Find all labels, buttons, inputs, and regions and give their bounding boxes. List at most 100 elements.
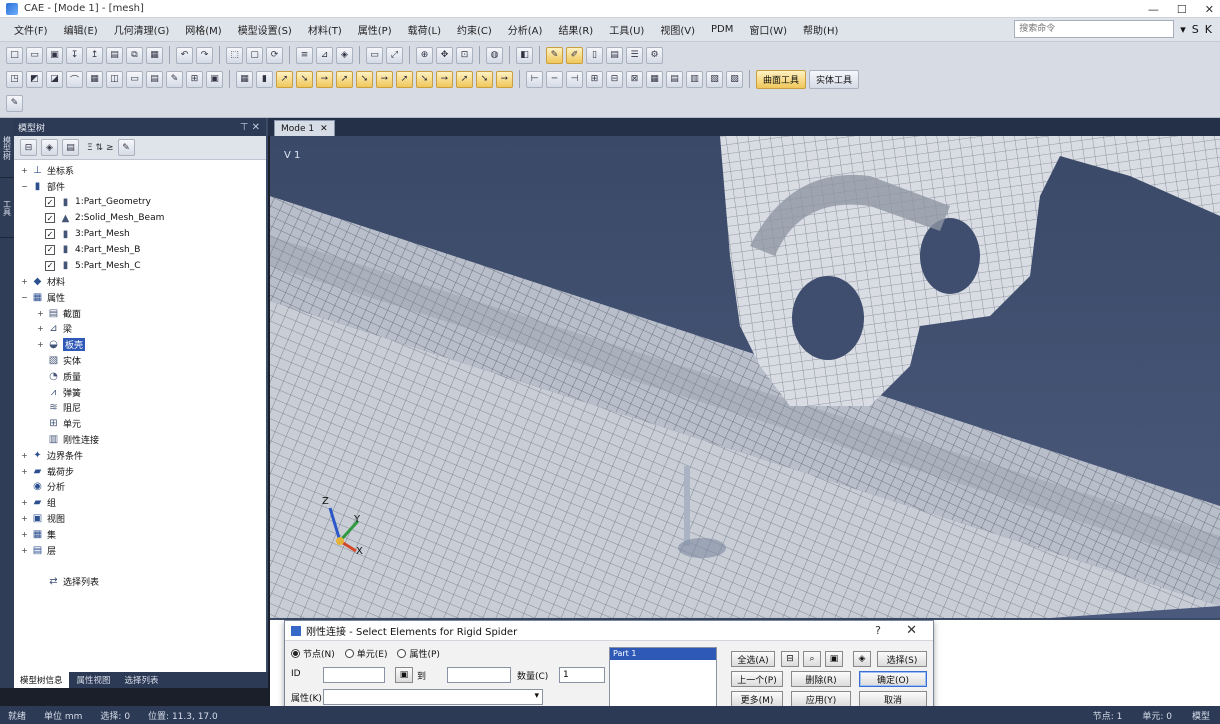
arrow-tool-9-icon[interactable]: ➙ xyxy=(436,70,453,88)
visibility-checkbox[interactable]: ✓ xyxy=(45,197,55,208)
table2-icon[interactable]: ▤ xyxy=(146,70,163,88)
arrow-tool-11-icon[interactable]: ➘ xyxy=(476,70,493,88)
tree-node[interactable]: ✓ ▮ 5:Part_Mesh_C xyxy=(14,258,266,274)
tab-property-view[interactable]: 属性视图 xyxy=(71,672,117,688)
menu-view[interactable]: 视图(V) xyxy=(652,22,703,37)
count-field[interactable] xyxy=(559,667,605,683)
expander-icon[interactable] xyxy=(36,388,45,397)
arrow-tool-7-icon[interactable]: ➚ xyxy=(396,70,413,88)
highlight-tool-icon[interactable]: ✎ xyxy=(546,46,563,64)
tree-node[interactable]: ✓ ▮ 3:Part_Mesh xyxy=(14,226,266,242)
side-tab-model-tree[interactable]: 模型树 xyxy=(0,118,14,178)
id-to-field[interactable] xyxy=(447,667,511,683)
tree-node[interactable]: ✓ ▲ 2:Solid_Mesh_Beam xyxy=(14,210,266,226)
expander-icon[interactable] xyxy=(36,435,45,444)
menu-help[interactable]: 帮助(H) xyxy=(795,22,846,37)
menu-results[interactable]: 结果(R) xyxy=(550,22,601,37)
tree-node[interactable]: + ⊿ 梁 xyxy=(14,321,266,337)
menu-load[interactable]: 载荷(L) xyxy=(400,22,449,37)
pencil-icon[interactable]: ✐ xyxy=(566,46,583,64)
command-search-input[interactable] xyxy=(1014,20,1175,38)
minimize-button[interactable]: — xyxy=(1148,3,1159,16)
tree-node[interactable]: ▧ 实体 xyxy=(14,353,266,369)
more-button[interactable]: 更多(M) xyxy=(731,691,783,707)
menu-constraint[interactable]: 约束(C) xyxy=(449,22,500,37)
cancel-button[interactable]: 取消 xyxy=(859,691,927,707)
grid-icon[interactable]: ▦ xyxy=(86,70,103,88)
table-icon[interactable]: ▤ xyxy=(606,46,623,64)
tree-node[interactable]: ✓ ▮ 4:Part_Mesh_B xyxy=(14,242,266,258)
visibility-checkbox[interactable]: ✓ xyxy=(45,244,55,255)
select-mode-button[interactable]: 选择(S) xyxy=(877,651,927,667)
tab-mode-1[interactable]: Mode 1 ✕ xyxy=(274,120,335,136)
expander-icon[interactable]: + xyxy=(20,467,29,476)
tree-node[interactable]: − ▦ 属性 xyxy=(14,289,266,305)
menu-edit[interactable]: 编辑(E) xyxy=(56,22,106,37)
menu-pdm[interactable]: PDM xyxy=(703,24,741,35)
copy-icon[interactable]: ⧉ xyxy=(126,46,143,64)
expander-icon[interactable] xyxy=(36,356,45,365)
window-select-icon[interactable]: ▢ xyxy=(246,46,263,64)
expander-icon[interactable] xyxy=(20,561,29,570)
sphere-view-icon[interactable]: ◍ xyxy=(486,46,503,64)
expander-icon[interactable] xyxy=(36,419,45,428)
arrow-tool-4-icon[interactable]: ➚ xyxy=(336,70,353,88)
part-list[interactable]: Part 1 xyxy=(609,647,717,707)
tree-node[interactable]: + ▰ 组 xyxy=(14,495,266,511)
split-icon[interactable]: ◫ xyxy=(106,70,123,88)
frame-icon[interactable]: ▣ xyxy=(825,651,843,667)
tree-node[interactable]: + ◒ 板壳 xyxy=(14,337,266,353)
tree-node[interactable]: + ▦ 集 xyxy=(14,526,266,542)
remove-button[interactable]: 删除(R) xyxy=(791,671,851,687)
expander-icon[interactable]: + xyxy=(20,277,29,286)
grid6-icon[interactable]: ▤ xyxy=(666,70,683,88)
tree-node[interactable]: ◉ 分析 xyxy=(14,479,266,495)
search-dropdown-icon[interactable]: ▾ xyxy=(1180,23,1186,36)
expander-icon[interactable]: + xyxy=(20,530,29,539)
select-all-button[interactable]: 全选(A) xyxy=(731,651,775,667)
arrow-tool-6-icon[interactable]: ➙ xyxy=(376,70,393,88)
tab-model-tree-info[interactable]: 模型树信息 xyxy=(14,672,69,688)
import-icon[interactable]: ↧ xyxy=(66,46,83,64)
menu-right-label-s[interactable]: S xyxy=(1192,23,1199,36)
brush-icon[interactable]: ✎ xyxy=(166,70,183,88)
paste-icon[interactable]: ▦ xyxy=(146,46,163,64)
menu-mesh[interactable]: 网格(M) xyxy=(177,22,229,37)
visibility-checkbox[interactable]: ✓ xyxy=(45,229,55,240)
arrow-tool-10-icon[interactable]: ➚ xyxy=(456,70,473,88)
expander-icon[interactable]: − xyxy=(20,293,29,302)
tree-node[interactable]: ⇄ 选择列表 xyxy=(14,574,266,590)
tree-node[interactable]: ⩘ 弹簧 xyxy=(14,384,266,400)
grid2-icon[interactable]: ⊞ xyxy=(586,70,603,88)
window-icon[interactable]: ▭ xyxy=(126,70,143,88)
arrow-tool-12-icon[interactable]: ➙ xyxy=(496,70,513,88)
pin-icon[interactable]: ⊤ ✕ xyxy=(240,122,260,133)
undo-icon[interactable]: ↶ xyxy=(176,46,193,64)
measure-icon[interactable]: ⊿ xyxy=(316,46,333,64)
expander-icon[interactable] xyxy=(36,214,45,223)
expander-icon[interactable]: − xyxy=(20,182,29,191)
part-icon[interactable]: ▮ xyxy=(256,70,273,88)
surface-tools-button[interactable]: 曲面工具 xyxy=(756,69,807,89)
graphics-viewport[interactable]: V 1 Z Y X xyxy=(270,136,1220,618)
tree-node[interactable]: + ▤ 层 xyxy=(14,542,266,558)
tree-node[interactable]: + ◆ 材料 xyxy=(14,274,266,290)
expander-icon[interactable] xyxy=(36,577,45,586)
tree-node[interactable]: − ▮ 部件 xyxy=(14,179,266,195)
radio-element[interactable]: 单元(E) xyxy=(344,647,387,660)
grid3-icon[interactable]: ⊟ xyxy=(606,70,623,88)
expander-icon[interactable] xyxy=(20,482,29,491)
side-tab-tools[interactable]: 工具 xyxy=(0,178,14,238)
close-tab-icon[interactable]: ✕ xyxy=(320,124,328,134)
expander-icon[interactable]: + xyxy=(20,498,29,507)
property-select[interactable]: ▾ xyxy=(323,689,543,705)
note-icon[interactable]: ▯ xyxy=(586,46,603,64)
solid-icon[interactable]: ◪ xyxy=(46,70,63,88)
apply-button[interactable]: 应用(Y) xyxy=(791,691,851,707)
zoom-in-icon[interactable]: ⊕ xyxy=(416,46,433,64)
tree-pencil-icon[interactable]: ✎ xyxy=(117,139,135,156)
expander-icon[interactable] xyxy=(36,403,45,412)
arrow-tool-1-icon[interactable]: ➚ xyxy=(276,70,293,88)
bar-icon[interactable]: ⊣ xyxy=(566,70,583,88)
save-icon[interactable]: ▣ xyxy=(46,46,63,64)
